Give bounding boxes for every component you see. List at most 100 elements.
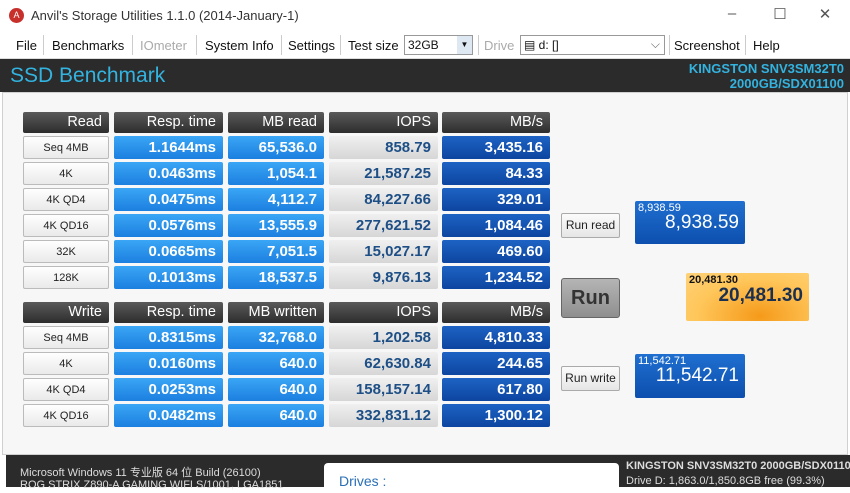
page-title: SSD Benchmark <box>10 64 166 87</box>
read-cell-resp-time: 0.1013ms <box>114 266 223 289</box>
run-read-button[interactable]: Run read <box>561 213 620 238</box>
read-cell-iops: 84,227.66 <box>329 188 438 211</box>
column-header-iops: IOPS <box>329 112 438 133</box>
column-header-mb: MB written <box>228 302 324 323</box>
read-cell-iops: 858.79 <box>329 136 438 159</box>
read-cell-iops: 15,027.17 <box>329 240 438 263</box>
write-cell-resp-time: 0.0253ms <box>114 378 223 401</box>
header-banner: SSD Benchmark KINGSTON SNV3SM32T0 2000GB/… <box>0 59 850 92</box>
menu-system-info[interactable]: System Info <box>205 38 274 53</box>
test-size-select[interactable]: 32GB ▼ <box>404 35 473 55</box>
write-cell-mbps: 4,810.33 <box>442 326 550 349</box>
read-cell-mbps: 84.33 <box>442 162 550 185</box>
menu-help[interactable]: Help <box>753 38 780 53</box>
read-cell-resp-time: 0.0665ms <box>114 240 223 263</box>
drive-select[interactable]: ▤ d: [] ⌵ <box>520 35 665 55</box>
menu-file[interactable]: File <box>16 38 37 53</box>
close-button[interactable]: ✕ <box>815 5 835 25</box>
drives-box: Drives : <box>324 463 619 493</box>
write-test-button[interactable]: 4K <box>23 352 109 375</box>
write-cell-mb: 640.0 <box>228 378 324 401</box>
write-score-value: 11,542.71 <box>655 365 739 386</box>
chevron-down-icon: ⌵ <box>650 37 660 51</box>
write-cell-resp-time: 0.0160ms <box>114 352 223 375</box>
write-cell-mb: 640.0 <box>228 352 324 375</box>
model-line-1: KINGSTON SNV3SM32T0 <box>688 61 844 76</box>
write-cell-mb: 640.0 <box>228 404 324 427</box>
drive-icon: ▤ <box>524 38 539 52</box>
write-cell-iops: 332,831.12 <box>329 404 438 427</box>
column-header-mbps: MB/s <box>442 112 550 133</box>
total-score: 20,481.30 20,481.30 <box>686 273 809 321</box>
read-score-value: 8,938.59 <box>665 212 739 233</box>
footer-drive-free: Drive D: 1,863.0/1,850.8GB free (99.3%) <box>626 475 825 487</box>
read-test-button[interactable]: 128K <box>23 266 109 289</box>
write-cell-mb: 32,768.0 <box>228 326 324 349</box>
footer-drive-model: KINGSTON SNV3SM32T0 2000GB/SDX01100 <box>626 460 850 472</box>
read-cell-mbps: 1,084.46 <box>442 214 550 237</box>
separator <box>132 35 133 55</box>
read-test-button[interactable]: 4K QD16 <box>23 214 109 237</box>
dropdown-arrow-icon[interactable]: ▼ <box>457 36 472 54</box>
window-title: Anvil's Storage Utilities 1.1.0 (2014-Ja… <box>31 8 299 23</box>
read-score: 8,938.59 8,938.59 <box>635 201 745 244</box>
test-size-value: 32GB <box>408 38 439 52</box>
write-test-button[interactable]: 4K QD16 <box>23 404 109 427</box>
run-write-button[interactable]: Run write <box>561 366 620 391</box>
separator <box>669 35 670 55</box>
column-header-test-label: Read <box>23 112 109 133</box>
separator <box>43 35 44 55</box>
read-cell-mb: 7,051.5 <box>228 240 324 263</box>
write-test-button[interactable]: Seq 4MB <box>23 326 109 349</box>
read-cell-mb: 18,537.5 <box>228 266 324 289</box>
column-header-resp-time: Resp. time <box>114 112 223 133</box>
write-test-button[interactable]: 4K QD4 <box>23 378 109 401</box>
read-cell-iops: 277,621.52 <box>329 214 438 237</box>
menu-settings[interactable]: Settings <box>288 38 335 53</box>
read-cell-iops: 9,876.13 <box>329 266 438 289</box>
read-test-button[interactable]: 32K <box>23 240 109 263</box>
read-cell-iops: 21,587.25 <box>329 162 438 185</box>
run-button[interactable]: Run <box>561 278 620 318</box>
test-size-label: Test size <box>348 38 399 53</box>
column-header-mbps: MB/s <box>442 302 550 323</box>
minimize-button[interactable]: – <box>722 5 742 25</box>
title-bar: A Anvil's Storage Utilities 1.1.0 (2014-… <box>0 0 850 31</box>
read-cell-mbps: 469.60 <box>442 240 550 263</box>
model-line-2: 2000GB/SDX01100 <box>729 76 844 91</box>
menu-bar: File Benchmarks IOmeter System Info Sett… <box>0 31 850 59</box>
column-header-test-label: Write <box>23 302 109 323</box>
read-test-button[interactable]: 4K QD4 <box>23 188 109 211</box>
write-cell-mbps: 244.65 <box>442 352 550 375</box>
read-test-button[interactable]: Seq 4MB <box>23 136 109 159</box>
read-cell-mbps: 3,435.16 <box>442 136 550 159</box>
read-cell-mb: 65,536.0 <box>228 136 324 159</box>
separator <box>478 35 479 55</box>
read-cell-resp-time: 0.0475ms <box>114 188 223 211</box>
menu-screenshot[interactable]: Screenshot <box>674 38 740 53</box>
menu-iometer[interactable]: IOmeter <box>140 38 187 53</box>
column-header-mb: MB read <box>228 112 324 133</box>
separator <box>745 35 746 55</box>
drive-value: d: [] <box>538 38 559 52</box>
write-cell-iops: 158,157.14 <box>329 378 438 401</box>
read-cell-resp-time: 1.1644ms <box>114 136 223 159</box>
os-info: Microsoft Windows 11 专业版 64 位 Build (261… <box>20 467 261 479</box>
separator <box>340 35 341 55</box>
separator <box>196 35 197 55</box>
benchmark-panel: Read Resp. time MB read IOPS MB/s Seq 4MB 1.16… <box>2 92 848 455</box>
read-cell-mb: 4,112.7 <box>228 188 324 211</box>
status-footer: Microsoft Windows 11 专业版 64 位 Build (261… <box>6 455 850 493</box>
write-score: 11,542.71 11,542.71 <box>635 354 745 398</box>
total-score-value: 20,481.30 <box>718 285 803 306</box>
read-cell-mb: 13,555.9 <box>228 214 324 237</box>
column-header-iops: IOPS <box>329 302 438 323</box>
read-test-button[interactable]: 4K <box>23 162 109 185</box>
separator <box>281 35 282 55</box>
read-cell-mbps: 1,234.52 <box>442 266 550 289</box>
app-icon: A <box>9 8 24 23</box>
read-cell-mbps: 329.01 <box>442 188 550 211</box>
drive-model: KINGSTON SNV3SM32T0 2000GB/SDX01100 <box>689 61 844 91</box>
menu-benchmarks[interactable]: Benchmarks <box>52 38 124 53</box>
maximize-button[interactable]: ☐ <box>770 5 790 25</box>
